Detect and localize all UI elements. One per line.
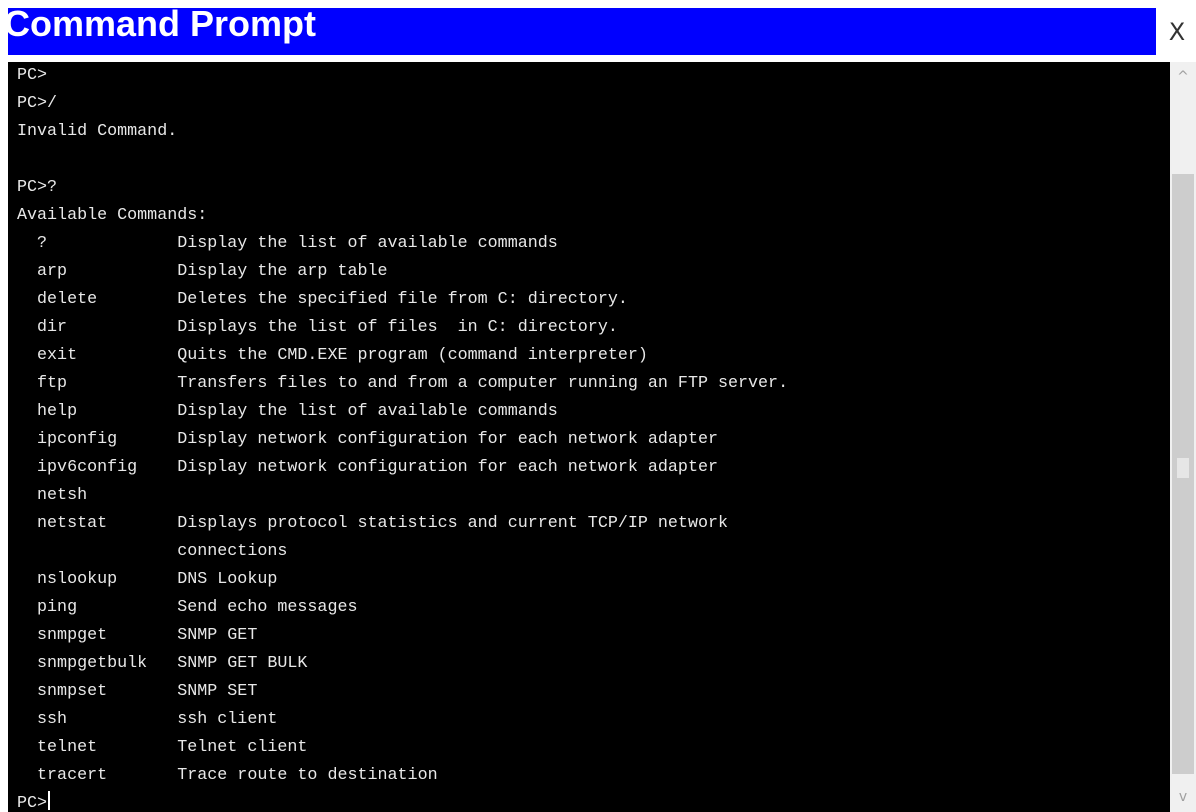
scroll-thumb-grip — [1177, 458, 1189, 478]
terminal-line: telnet Telnet client — [17, 738, 308, 757]
terminal-line: PC>? — [17, 178, 58, 197]
terminal-line: netstat Displays protocol statistics and… — [17, 514, 729, 533]
vertical-scrollbar[interactable]: ^ v — [1170, 62, 1196, 812]
terminal-line: Available Commands: — [17, 206, 208, 225]
terminal-line: tracert Trace route to destination — [17, 766, 438, 785]
text-cursor — [48, 791, 51, 810]
terminal-line: snmpget SNMP GET — [17, 626, 258, 645]
scroll-down-arrow-icon[interactable]: v — [1170, 782, 1196, 812]
scroll-thumb[interactable] — [1172, 174, 1194, 774]
command-prompt-window: Command Prompt X PC> PC>/ Invalid Command.… — [0, 0, 1196, 812]
terminal-line: connections — [17, 542, 288, 561]
terminal-line: help Display the list of available comma… — [17, 402, 558, 421]
terminal-output[interactable]: PC> PC>/ Invalid Command. PC>? Available Com… — [8, 62, 1170, 812]
terminal-line: ipv6config Display network configuration… — [17, 458, 718, 477]
terminal-lines: PC> PC>/ Invalid Command. PC>? Available Com… — [17, 62, 788, 812]
terminal-line: snmpgetbulk SNMP GET BULK — [17, 654, 308, 673]
terminal-line: PC>/ — [17, 94, 58, 113]
terminal-line: delete Deletes the specified file from C… — [17, 290, 628, 309]
terminal-line: exit Quits the CMD.EXE program (command … — [17, 346, 648, 365]
terminal-line: dir Displays the list of files in C: dir… — [17, 318, 618, 337]
terminal-line: netsh — [17, 486, 88, 505]
terminal-line: ? Display the list of available commands — [17, 234, 558, 253]
scroll-up-arrow-icon[interactable]: ^ — [1170, 62, 1196, 92]
terminal-input-line[interactable]: PC> — [17, 790, 788, 812]
terminal-line: ipconfig Display network configuration f… — [17, 430, 718, 449]
window-title: Command Prompt — [4, 3, 317, 44]
terminal-line: Invalid Command. — [17, 122, 178, 141]
scroll-track[interactable] — [1170, 92, 1196, 174]
terminal-line: PC> — [17, 66, 48, 85]
terminal-line: ping Send echo messages — [17, 598, 358, 617]
terminal-line: ssh ssh client — [17, 710, 278, 729]
command-prompt: PC> — [17, 794, 48, 812]
terminal-line: nslookup DNS Lookup — [17, 570, 278, 589]
close-button[interactable]: X — [1160, 14, 1194, 50]
terminal-line: snmpset SNMP SET — [17, 682, 258, 701]
terminal-line: arp Display the arp table — [17, 262, 388, 281]
title-bar[interactable]: Command Prompt X — [0, 0, 1196, 58]
terminal-line: ftp Transfers files to and from a comput… — [17, 374, 789, 393]
